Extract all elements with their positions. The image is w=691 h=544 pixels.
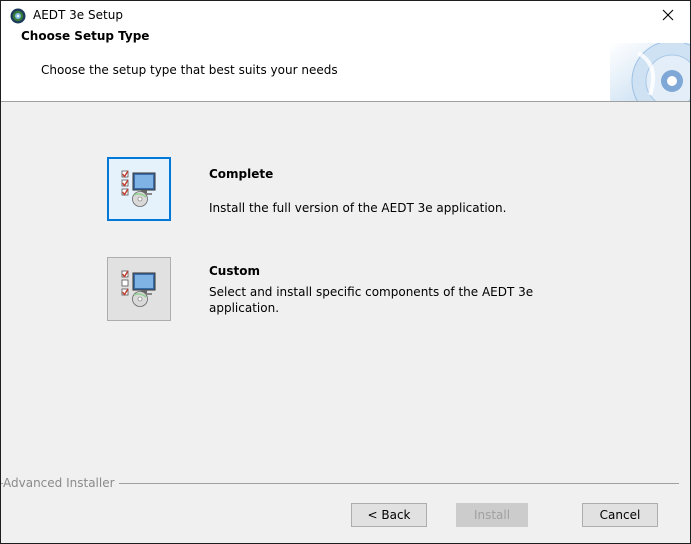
install-button[interactable]: Install: [456, 503, 528, 527]
custom-setup-icon: [119, 268, 159, 311]
page-title: Choose Setup Type: [21, 29, 150, 43]
page-subtitle: Choose the setup type that best suits yo…: [41, 63, 338, 77]
complete-option-button[interactable]: [107, 157, 171, 221]
custom-option-description: Select and install specific components o…: [209, 285, 534, 315]
cancel-button[interactable]: Cancel: [582, 503, 658, 527]
installer-brand: Advanced Installer: [3, 476, 119, 490]
custom-option-title: Custom: [209, 264, 260, 278]
custom-option-button[interactable]: [107, 257, 171, 321]
complete-setup-icon: [119, 168, 159, 211]
complete-option-description: Install the full version of the AEDT 3e …: [209, 201, 507, 215]
title-bar[interactable]: AEDT 3e Setup: [1, 1, 690, 31]
back-button[interactable]: < Back: [351, 503, 427, 527]
cd-disc-icon: [610, 40, 690, 122]
setup-window: AEDT 3e Setup Choose Setup Type Choose t…: [0, 0, 691, 544]
window-title: AEDT 3e Setup: [33, 8, 123, 22]
branding-separator: Advanced Installer: [1, 476, 690, 490]
close-icon: [662, 9, 674, 24]
close-button[interactable]: [646, 1, 690, 31]
aedt-globe-icon: [10, 8, 26, 24]
complete-option-title: Complete: [209, 167, 274, 181]
